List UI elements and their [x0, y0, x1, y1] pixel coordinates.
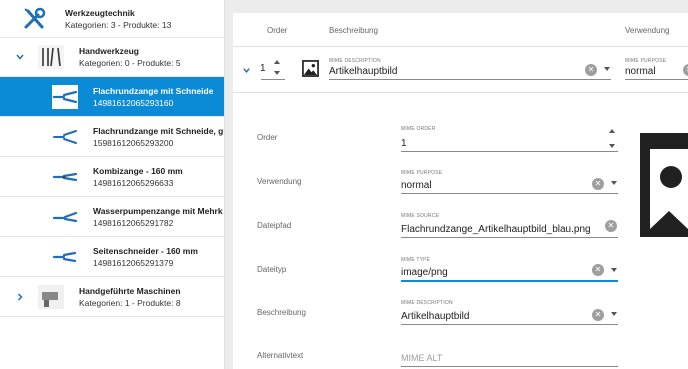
pliers-thumbnail [53, 129, 77, 144]
tree-item-title: Werkzeugtechnik [65, 7, 135, 18]
image-icon [302, 60, 319, 77]
usage-field[interactable]: MIME PURPOSE normal ✕ [401, 170, 618, 194]
field-label: MIME PURPOSE [401, 170, 443, 176]
tree-item-product[interactable]: Wasserpumpenzange mit Mehrko 14981612065… [0, 197, 224, 237]
stepper-down-icon[interactable] [274, 71, 280, 75]
label-order: Order [257, 133, 278, 142]
field-value: normal [625, 66, 656, 77]
image-preview-icon [640, 133, 688, 237]
pliers-thumbnail [52, 251, 77, 262]
column-header-description[interactable]: Beschreibung [329, 26, 378, 35]
column-header-order[interactable]: Order [267, 26, 287, 35]
field-value: Artikelhauptbild [329, 66, 398, 77]
tree-item-title: Kombizange - 160 mm [93, 165, 183, 176]
pliers-thumbnail [52, 172, 78, 181]
wrench-screwdriver-icon [24, 7, 46, 28]
order-value: 1 [260, 63, 266, 74]
dropdown-caret-icon[interactable] [611, 312, 617, 316]
label-description: Beschreibung [257, 308, 306, 317]
field-label: MIME SOURCE [401, 213, 440, 219]
field-value: Artikelhauptbild [401, 311, 470, 322]
tree-item-werkzeugtechnik[interactable]: Werkzeugtechnik Kategorien: 3 - Produkte… [0, 0, 224, 38]
mime-editor: Order Beschreibung Verwendung 1 MIME DES… [233, 13, 688, 369]
field-placeholder: MIME ALT [401, 353, 443, 363]
app-root: Werkzeugtechnik Kategorien: 3 - Produkte… [0, 0, 688, 369]
clear-icon[interactable]: ✕ [592, 309, 604, 321]
tree-item-subtitle: 14981612065291379 [93, 257, 174, 268]
chevron-down-icon[interactable] [15, 52, 25, 62]
tree-item-title: Wasserpumpenzange mit Mehrko [93, 205, 223, 216]
pliers-thumbnail [52, 84, 78, 109]
stepper-up-icon[interactable] [274, 60, 280, 64]
purpose-field[interactable]: MIME PURPOSE normal ✕ [625, 58, 688, 80]
label-alt: Alternativtext [257, 351, 304, 360]
pliers-thumbnail [52, 211, 78, 222]
clear-icon[interactable]: ✕ [683, 64, 688, 76]
field-label: MIME DESCRIPTION [329, 58, 381, 64]
type-field[interactable]: MIME TYPE image/png ✕ [401, 257, 618, 282]
label-path: Dateipfad [257, 221, 292, 230]
tree-item-handgefuehrte-maschinen[interactable]: Handgeführte Maschinen Kategorien: 1 - P… [0, 277, 224, 317]
field-label: MIME ORDER [401, 126, 436, 132]
table-header: Order Beschreibung Verwendung [233, 13, 688, 47]
chevron-right-icon[interactable] [15, 292, 25, 302]
tree-item-product[interactable]: Flachrundzange mit Schneide 149816120652… [0, 77, 224, 117]
clear-icon[interactable]: ✕ [585, 64, 597, 76]
tree-item-subtitle: Kategorien: 0 - Produkte: 5 [79, 58, 181, 68]
clear-icon[interactable]: ✕ [592, 264, 604, 276]
clear-icon[interactable]: ✕ [592, 178, 604, 190]
field-value: 1 [401, 138, 407, 149]
chevron-down-icon[interactable] [242, 66, 251, 75]
field-value: image/png [401, 267, 448, 278]
tree-item-title: Flachrundzange mit Schneide [93, 85, 214, 96]
description-detail-field[interactable]: MIME DESCRIPTION Artikelhauptbild ✕ [401, 300, 618, 325]
mime-row[interactable]: 1 MIME DESCRIPTION Artikelhauptbild ✕ MI… [233, 47, 688, 93]
label-type: Dateityp [257, 265, 287, 274]
field-label: MIME TYPE [401, 257, 431, 263]
tree-item-handwerkzeug[interactable]: Handwerkzeug Kategorien: 0 - Produkte: 5 [0, 38, 224, 77]
tree-item-product[interactable]: Seitenschneider - 160 mm 149816120652913… [0, 237, 224, 277]
dropdown-caret-icon[interactable] [604, 67, 610, 71]
order-underline [261, 79, 285, 80]
path-field[interactable]: MIME SOURCE Flachrundzange_Artikelhauptb… [401, 213, 618, 238]
stepper-up-icon[interactable] [609, 129, 615, 133]
field-value: Flachrundzange_Artikelhauptbild_blau.png [401, 224, 591, 235]
tree-item-title: Handgeführte Maschinen [79, 285, 181, 296]
power-tool-icon [38, 284, 64, 309]
field-value: normal [401, 180, 432, 191]
tree-item-title: Seitenschneider - 160 mm [93, 245, 198, 256]
tree-item-product[interactable]: Flachrundzange mit Schneide, ge 15981612… [0, 117, 224, 157]
description-field[interactable]: MIME DESCRIPTION Artikelhauptbild ✕ [329, 58, 611, 80]
field-label: MIME DESCRIPTION [401, 300, 453, 306]
column-header-usage[interactable]: Verwendung [625, 26, 669, 35]
stepper-down-icon[interactable] [609, 144, 615, 148]
tree-item-title: Flachrundzange mit Schneide, ge [93, 125, 223, 136]
tree-item-subtitle: 14981612065291782 [93, 217, 174, 228]
field-label: MIME PURPOSE [625, 58, 667, 64]
category-tree: Werkzeugtechnik Kategorien: 3 - Produkte… [0, 0, 225, 369]
dropdown-caret-icon[interactable] [611, 181, 617, 185]
tree-item-subtitle: 14981612065293160 [93, 97, 174, 108]
tree-item-subtitle: Kategorien: 1 - Produkte: 8 [79, 297, 181, 308]
tree-item-subtitle: 14981612065296633 [93, 177, 174, 188]
alt-field[interactable]: MIME ALT [401, 347, 618, 367]
order-field[interactable]: MIME ORDER 1 [401, 126, 618, 152]
hand-tools-icon [38, 45, 64, 69]
tree-item-subtitle: 15981612065293200 [93, 137, 174, 148]
label-usage: Verwendung [257, 177, 302, 186]
clear-icon[interactable]: ✕ [605, 220, 617, 232]
tree-item-product[interactable]: Kombizange - 160 mm 14981612065296633 [0, 157, 224, 197]
dropdown-caret-icon[interactable] [611, 268, 617, 272]
tree-item-subtitle: Kategorien: 3 - Produkte: 13 [65, 19, 172, 30]
tree-item-title: Handwerkzeug [79, 46, 139, 56]
